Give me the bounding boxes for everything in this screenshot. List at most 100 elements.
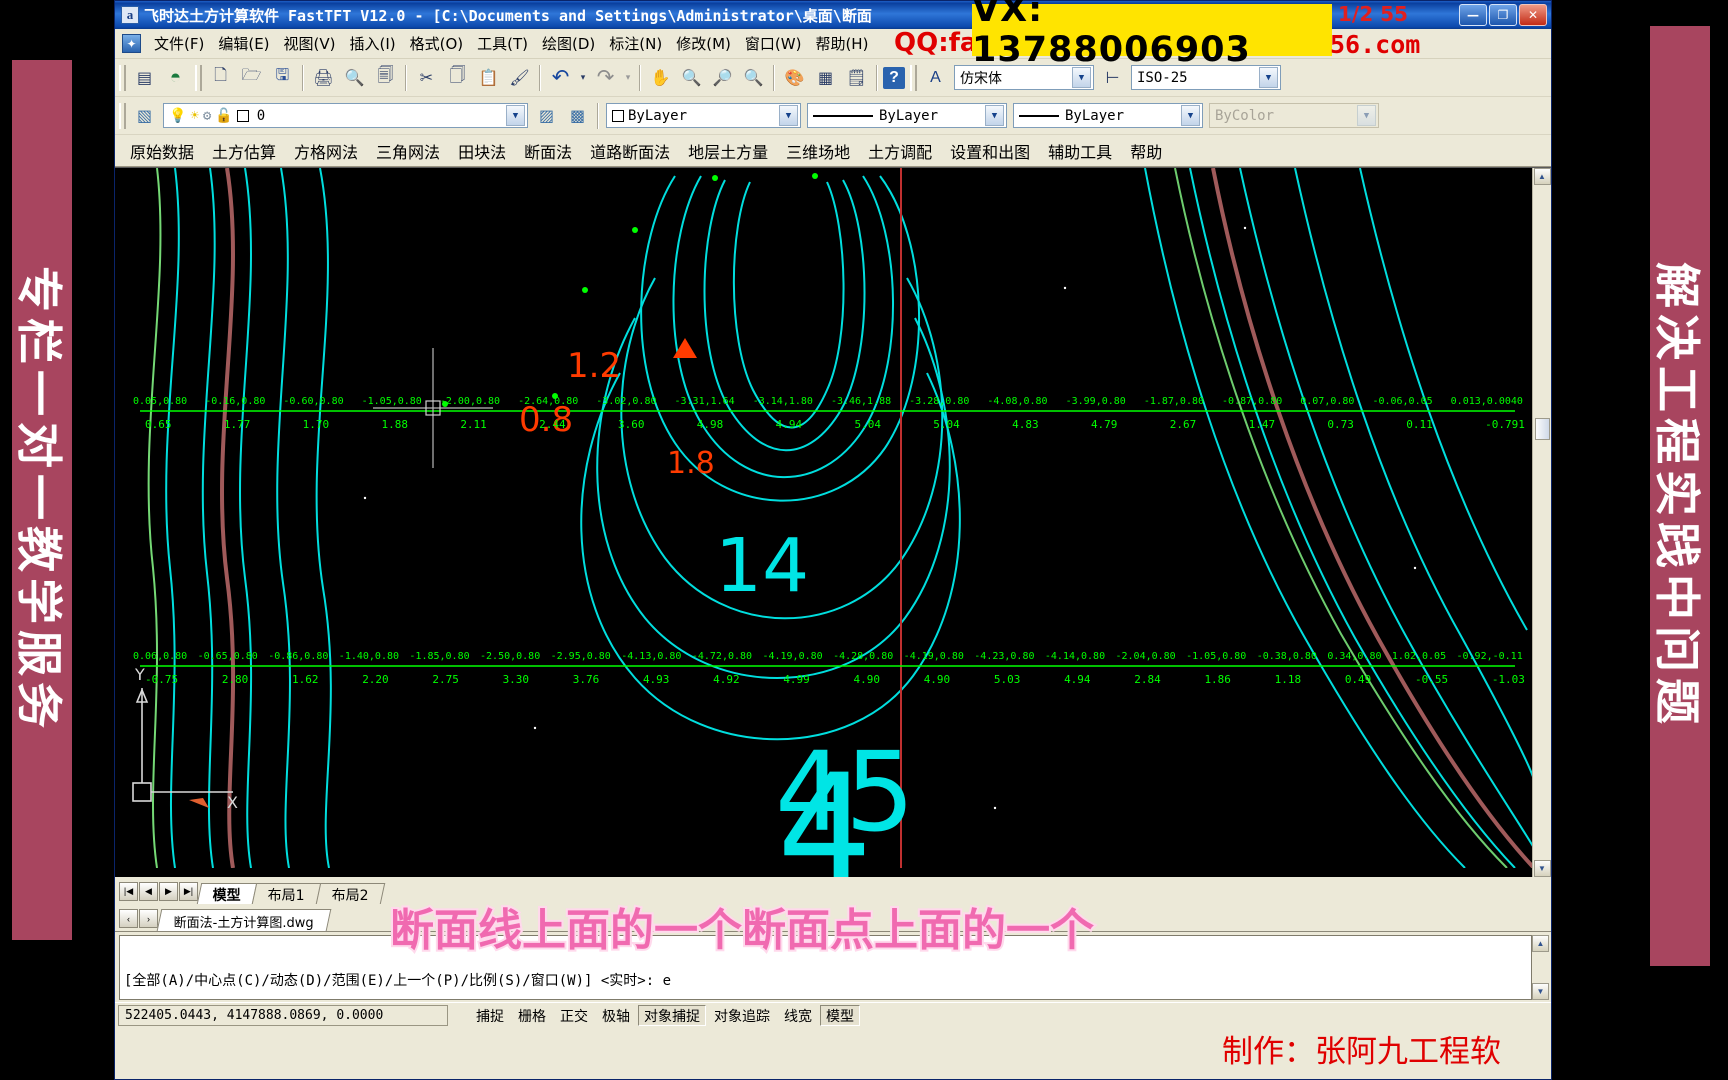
status-toggle-snap[interactable]: 捕捉 [470, 1005, 510, 1026]
submenu-item-triangulation-method[interactable]: 三角网法 [367, 137, 449, 165]
status-toggle-grid[interactable]: 栅格 [512, 1005, 552, 1026]
lineweight-control-combo[interactable]: ByLayer ▼ [1013, 103, 1203, 128]
menu-item-format[interactable]: 格式(O) [403, 31, 471, 56]
status-toggle-ortho[interactable]: 正交 [554, 1005, 594, 1026]
document-control-icon[interactable]: ✦ [122, 34, 141, 53]
coordinate-display[interactable]: 522405.0443, 4147888.0869, 0.0000 [118, 1005, 448, 1026]
doc-next-button[interactable]: › [139, 909, 158, 928]
doc-prev-button[interactable]: ‹ [119, 909, 138, 928]
undo-dropdown-icon[interactable]: ▾ [577, 63, 589, 92]
help-icon[interactable]: ? [883, 66, 905, 89]
linetype-control-combo[interactable]: ByLayer ▼ [807, 103, 1007, 128]
command-scrollbar[interactable]: ▲ ▼ [1532, 935, 1549, 1000]
zoom-previous-icon[interactable]: 🔍 [739, 63, 768, 92]
make-object-layer-current-icon[interactable]: ▩ [563, 101, 592, 130]
submenu-item-strata-volume[interactable]: 地层土方量 [679, 137, 777, 165]
print-preview-icon[interactable]: 🔍 [340, 63, 369, 92]
open-file-icon[interactable]: 🗁 [237, 63, 266, 92]
tab-model[interactable]: 模型 [196, 883, 258, 904]
menu-item-tools[interactable]: 工具(T) [470, 31, 535, 56]
chevron-down-icon[interactable]: ▼ [779, 105, 798, 126]
fastTFT-module-icon[interactable]: ▤ [130, 63, 159, 92]
menu-item-draw[interactable]: 绘图(D) [535, 31, 602, 56]
designcenter-icon[interactable]: ▦ [811, 63, 840, 92]
zoom-realtime-icon[interactable]: 🔍 [677, 63, 706, 92]
status-toggle-lineweight[interactable]: 线宽 [778, 1005, 818, 1026]
tab-layout1[interactable]: 布局1 [251, 883, 322, 904]
submenu-item-raw-data[interactable]: 原始数据 [121, 137, 203, 165]
match-properties-icon[interactable]: 🖌 [505, 63, 534, 92]
new-file-icon[interactable]: 🗋 [206, 63, 235, 92]
text-style-icon[interactable]: A [921, 63, 950, 92]
layer-lock-icon[interactable]: 🔓 [215, 108, 232, 124]
pan-icon[interactable]: ✋ [646, 63, 675, 92]
submenu-item-3d-site[interactable]: 三维场地 [777, 137, 859, 165]
cut-icon[interactable]: ✂ [412, 63, 441, 92]
last-tab-button[interactable]: ▶| [179, 882, 198, 901]
submenu-item-field-block-method[interactable]: 田块法 [449, 137, 515, 165]
maximize-button[interactable]: ❐ [1489, 4, 1517, 26]
tab-layout2[interactable]: 布局2 [315, 883, 386, 904]
menu-item-modify[interactable]: 修改(M) [669, 31, 738, 56]
paste-icon[interactable]: 📋 [474, 63, 503, 92]
next-tab-button[interactable]: ▶ [159, 882, 178, 901]
vertical-scroll-thumb[interactable] [1535, 418, 1550, 440]
chevron-down-icon[interactable]: ▼ [985, 105, 1004, 126]
document-tab[interactable]: 断面法-土方计算图.dwg [156, 909, 332, 931]
status-toggle-model[interactable]: 模型 [820, 1005, 860, 1026]
submenu-item-aux-tools[interactable]: 辅助工具 [1039, 137, 1121, 165]
tool-palette-icon[interactable]: 🗒 [842, 63, 871, 92]
status-toggle-osnap[interactable]: 对象捕捉 [638, 1005, 706, 1026]
toolbar-grip-3[interactable] [910, 64, 917, 91]
submenu-item-earthwork-allocation[interactable]: 土方调配 [859, 137, 941, 165]
save-icon[interactable]: 🖫 [268, 63, 297, 92]
chevron-down-icon[interactable]: ▼ [1181, 105, 1200, 126]
menu-item-edit[interactable]: 编辑(E) [211, 31, 276, 56]
menu-item-file[interactable]: 文件(F) [147, 31, 211, 56]
chevron-down-icon[interactable]: ▼ [506, 105, 525, 126]
status-toggle-otrack[interactable]: 对象追踪 [708, 1005, 776, 1026]
status-toggle-polar[interactable]: 极轴 [596, 1005, 636, 1026]
globe-icon[interactable]: ◓ [161, 63, 190, 92]
layer-previous-icon[interactable]: ▨ [532, 101, 561, 130]
zoom-window-icon[interactable]: 🔎 [708, 63, 737, 92]
close-button[interactable]: ✕ [1519, 4, 1547, 26]
menu-item-window[interactable]: 窗口(W) [738, 31, 809, 56]
properties-icon[interactable]: 🎨 [780, 63, 809, 92]
first-tab-button[interactable]: |◀ [119, 882, 138, 901]
submenu-item-earthwork-estimate[interactable]: 土方估算 [203, 137, 285, 165]
canvas-vertical-scrollbar[interactable]: ▲ ▼ [1532, 168, 1551, 877]
scroll-down-button[interactable]: ▼ [1533, 860, 1551, 877]
submenu-item-section-method[interactable]: 断面法 [515, 137, 581, 165]
layer-on-icon[interactable]: 💡 [169, 108, 186, 124]
submenu-item-help[interactable]: 帮助 [1121, 137, 1171, 165]
drawing-canvas[interactable]: Y X 1.2 0.8 1.8 14 45 4 0.05,0.80 -0.16,… [115, 168, 1532, 877]
copy-icon[interactable]: 🗍 [443, 63, 472, 92]
toolbar-grip[interactable] [119, 64, 126, 91]
color-control-combo[interactable]: ByLayer ▼ [606, 103, 801, 128]
layer-manager-icon[interactable]: ▧ [130, 101, 159, 130]
minimize-button[interactable]: — [1459, 4, 1487, 26]
menu-item-help[interactable]: 帮助(H) [808, 31, 875, 56]
chevron-down-icon[interactable]: ▼ [1259, 67, 1278, 88]
menu-item-view[interactable]: 视图(V) [277, 31, 343, 56]
layer-plot-icon[interactable]: ⚙ [203, 108, 211, 124]
layer-freeze-icon[interactable]: ☀ [190, 108, 198, 124]
scroll-up-button[interactable]: ▲ [1533, 168, 1551, 185]
submenu-item-road-section-method[interactable]: 道路断面法 [581, 137, 679, 165]
previous-tab-button[interactable]: ◀ [139, 882, 158, 901]
menu-item-dimension[interactable]: 标注(N) [602, 31, 669, 56]
layer-control-combo[interactable]: 💡 ☀ ⚙ 🔓 0 ▼ [163, 103, 528, 128]
command-scroll-up-button[interactable]: ▲ [1532, 935, 1549, 952]
command-scroll-down-button[interactable]: ▼ [1532, 983, 1549, 1000]
menu-item-insert[interactable]: 插入(I) [343, 31, 403, 56]
print-icon[interactable]: 🖨 [309, 63, 338, 92]
redo-dropdown-icon[interactable]: ▾ [622, 63, 634, 92]
undo-icon[interactable]: ↶ [546, 63, 575, 92]
submenu-item-settings-plot[interactable]: 设置和出图 [941, 137, 1039, 165]
toolbar-grip-2[interactable] [195, 64, 202, 91]
publish-icon[interactable]: 🗐 [371, 63, 400, 92]
redo-icon[interactable]: ↷ [591, 63, 620, 92]
toolbar-grip-4[interactable] [119, 102, 126, 129]
submenu-item-grid-method[interactable]: 方格网法 [285, 137, 367, 165]
